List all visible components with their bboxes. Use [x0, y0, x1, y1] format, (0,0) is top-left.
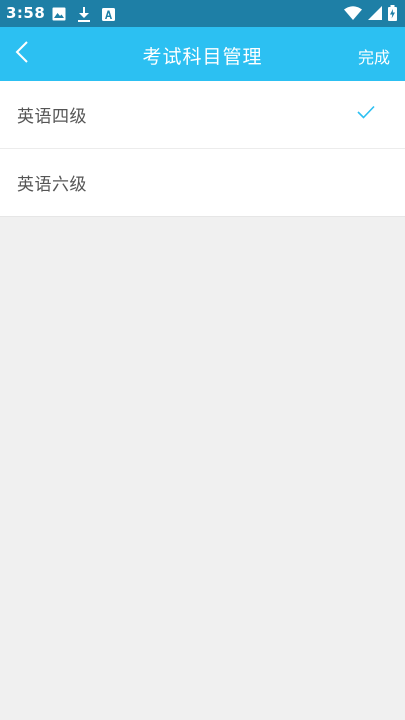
- battery-icon: [388, 5, 397, 21]
- subject-item-cet4[interactable]: 英语四级: [0, 81, 405, 148]
- download-icon: [78, 6, 90, 22]
- empty-content-area: [0, 216, 405, 720]
- subject-list: 英语四级 英语六级: [0, 81, 405, 217]
- done-button[interactable]: 完成: [358, 44, 390, 68]
- check-icon: [357, 105, 375, 119]
- status-time: 3:58: [6, 4, 46, 22]
- signal-icon: [368, 6, 382, 20]
- status-icons-left: [52, 6, 115, 22]
- subject-item-cet6[interactable]: 英语六级: [0, 148, 405, 216]
- page-title: 考试科目管理: [142, 46, 263, 68]
- status-bar: 3:58: [0, 0, 405, 27]
- image-icon: [52, 7, 66, 21]
- wifi-icon: [344, 6, 362, 20]
- subject-item-label: 英语六级: [17, 175, 87, 195]
- screen: 3:58 考试科目管理 完成 英语四级 英语六级: [0, 0, 405, 720]
- font-icon: [102, 7, 115, 21]
- subject-item-label: 英语四级: [17, 107, 87, 127]
- status-icons-right: [344, 5, 397, 21]
- app-bar: 考试科目管理 完成: [0, 27, 405, 81]
